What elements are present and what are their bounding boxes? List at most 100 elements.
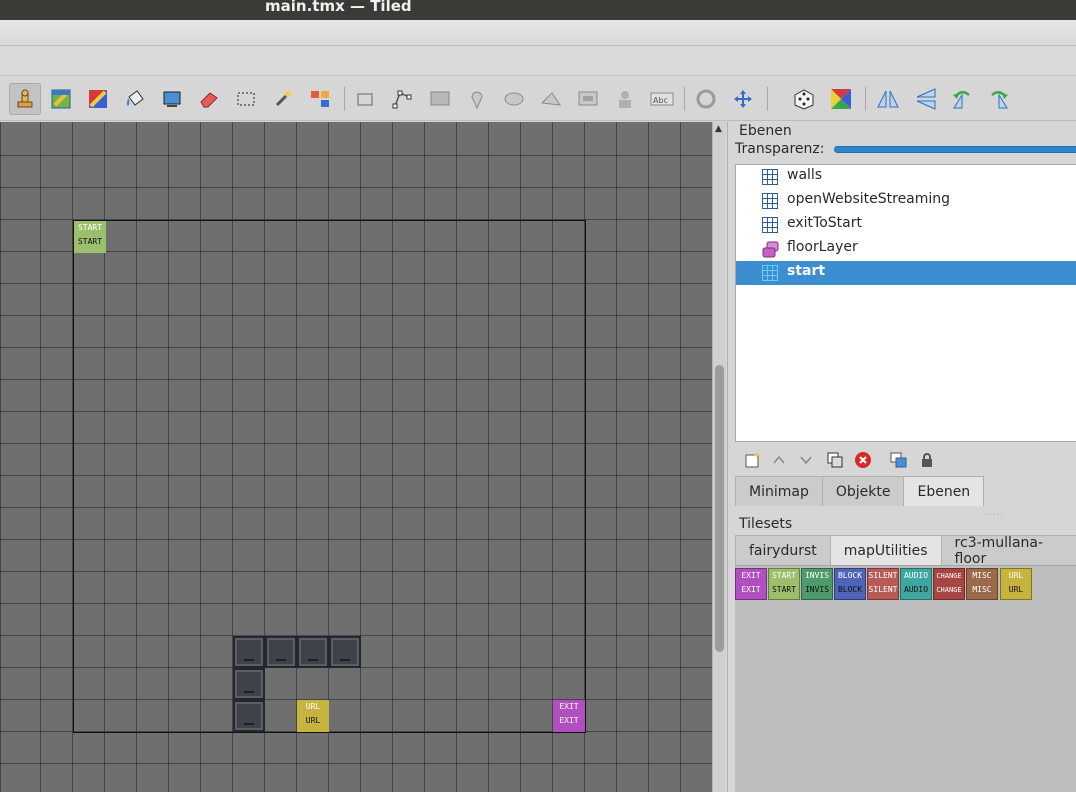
layer-item-openWebsiteStreaming[interactable]: openWebsiteStreaming	[736, 189, 1076, 213]
tileset-tile-url[interactable]: URL URL	[1000, 568, 1032, 600]
layer-name: start	[787, 263, 826, 279]
scroll-up-icon[interactable]: ▲	[715, 124, 722, 134]
random-mode-icon[interactable]	[788, 83, 820, 115]
tile-label: EXIT	[741, 585, 761, 594]
lock-icon[interactable]	[917, 450, 937, 470]
show-other-layers-icon[interactable]	[889, 450, 909, 470]
rectangular-select-icon[interactable]	[230, 83, 262, 115]
tile-label: SILENT	[868, 571, 898, 580]
tile-label: INVIS	[804, 585, 830, 594]
tileset-view[interactable]: EXIT EXIT START START INVIS INVIS BLOCK …	[735, 565, 1076, 792]
tools-toolbar: Abc	[0, 77, 1076, 121]
insert-rectangle-icon[interactable]	[424, 83, 456, 115]
rotate-right-icon[interactable]	[983, 83, 1015, 115]
wall-tile[interactable]	[297, 636, 329, 668]
layers-panel-title: Ebenen	[739, 123, 792, 139]
terrain-brush-icon[interactable]	[45, 83, 77, 115]
raise-layer-icon[interactable]	[769, 450, 789, 470]
shape-fill-icon[interactable]	[156, 83, 188, 115]
dock-tabbar: Minimap Objekte Ebenen	[735, 476, 985, 506]
start-tile[interactable]: START START	[74, 221, 106, 253]
opacity-slider[interactable]	[834, 146, 1076, 153]
tileset-tile-invis[interactable]: INVIS INVIS	[801, 568, 833, 600]
rotate-left-icon[interactable]	[946, 83, 978, 115]
eraser-icon[interactable]	[193, 83, 225, 115]
toolbar-separator	[767, 87, 768, 111]
wall-tile[interactable]	[329, 636, 361, 668]
insert-point-icon[interactable]	[461, 83, 493, 115]
tile-layer-icon	[762, 265, 778, 281]
tileset-tile-start[interactable]: START START	[768, 568, 800, 600]
tile-label: START	[771, 585, 797, 594]
insert-tile-icon[interactable]	[572, 83, 604, 115]
url-tile[interactable]: URL URL	[297, 700, 329, 732]
tile-layer-icon	[762, 217, 778, 233]
tile-label: START	[77, 237, 103, 246]
remove-layer-icon[interactable]	[853, 450, 873, 470]
insert-text-icon[interactable]: Abc	[646, 83, 678, 115]
lower-layer-icon[interactable]	[796, 450, 816, 470]
layer-name: openWebsiteStreaming	[787, 191, 951, 207]
tile-label: AUDIO	[903, 571, 929, 580]
layer-list: walls openWebsiteStreaming exitToStart f…	[735, 164, 1076, 442]
map-vertical-scrollbar[interactable]: ▲	[712, 122, 726, 792]
scrollbar-thumb[interactable]	[715, 365, 724, 652]
tab-minimap[interactable]: Minimap	[735, 476, 823, 506]
main-toolbar-area	[0, 46, 1076, 76]
exit-tile[interactable]: EXIT EXIT	[553, 700, 585, 732]
magic-wand-icon[interactable]	[267, 83, 299, 115]
insert-template-icon[interactable]	[609, 83, 641, 115]
stamp-brush-icon[interactable]	[9, 83, 41, 115]
insert-ellipse-icon[interactable]	[498, 83, 530, 115]
dock-resize-grip[interactable]: ·····	[986, 510, 1004, 519]
tileset-tile-exit[interactable]: EXIT EXIT	[735, 568, 767, 600]
tile-label: URL	[1008, 571, 1024, 580]
layer-item-exitToStart[interactable]: exitToStart	[736, 213, 1076, 237]
toolbar-separator	[684, 87, 685, 111]
map-canvas[interactable]: START START URL URL EXIT EXIT	[0, 122, 712, 792]
tile-label: INVIS	[804, 571, 830, 580]
layer-item-start[interactable]: start	[736, 261, 1076, 285]
wall-tile[interactable]	[233, 668, 265, 700]
wall-tile[interactable]	[233, 636, 265, 668]
tab-ebenen[interactable]: Ebenen	[903, 476, 985, 506]
insert-polygon-icon[interactable]	[535, 83, 567, 115]
tilesets-panel-title: Tilesets	[739, 516, 793, 532]
tab-mapUtilities[interactable]: mapUtilities	[829, 535, 942, 565]
select-objects-icon[interactable]	[349, 83, 381, 115]
duplicate-layer-icon[interactable]	[825, 450, 845, 470]
layer-item-floorLayer[interactable]: floorLayer	[736, 237, 1076, 261]
layer-item-walls[interactable]: walls	[736, 165, 1076, 189]
tile-label: MISC	[972, 585, 992, 594]
edit-polygons-icon[interactable]	[386, 83, 418, 115]
tileset-tile-audio[interactable]: AUDIO AUDIO	[900, 568, 932, 600]
wall-tile[interactable]	[233, 700, 265, 732]
tile-label: CHANGE	[936, 572, 962, 580]
wall-tile[interactable]	[265, 636, 297, 668]
tile-label: URL	[305, 702, 321, 711]
toolbar-separator	[344, 87, 345, 111]
tab-fairydurst[interactable]: fairydurst	[735, 535, 831, 565]
wang-fill-mode-icon[interactable]	[825, 83, 857, 115]
tileset-tile-change[interactable]: CHANGE CHANGE	[933, 568, 965, 600]
tile-label: MISC	[972, 571, 992, 580]
tile-label: EXIT	[741, 571, 761, 580]
tile-label: BLOCK	[837, 585, 863, 594]
bucket-fill-icon[interactable]	[119, 83, 151, 115]
menu-bar	[0, 20, 1076, 46]
layer-offset-icon[interactable]	[690, 83, 722, 115]
flip-horizontal-icon[interactable]	[872, 83, 904, 115]
move-icon[interactable]	[727, 83, 759, 115]
wang-brush-icon[interactable]	[82, 83, 114, 115]
tile-label: START	[771, 571, 797, 580]
tab-objekte[interactable]: Objekte	[821, 476, 905, 506]
tileset-tile-silent[interactable]: SILENT SILENT	[867, 568, 899, 600]
tileset-tile-misc[interactable]: MISC MISC	[966, 568, 998, 600]
flip-vertical-icon[interactable]	[909, 83, 941, 115]
tile-label: EXIT	[559, 716, 579, 725]
tileset-tile-block[interactable]: BLOCK BLOCK	[834, 568, 866, 600]
select-same-tile-icon[interactable]	[304, 83, 336, 115]
tab-rc3-mullana-floor[interactable]: rc3-mullana-floor	[940, 535, 1076, 567]
new-layer-icon[interactable]	[743, 450, 763, 470]
tile-label: SILENT	[868, 585, 898, 594]
